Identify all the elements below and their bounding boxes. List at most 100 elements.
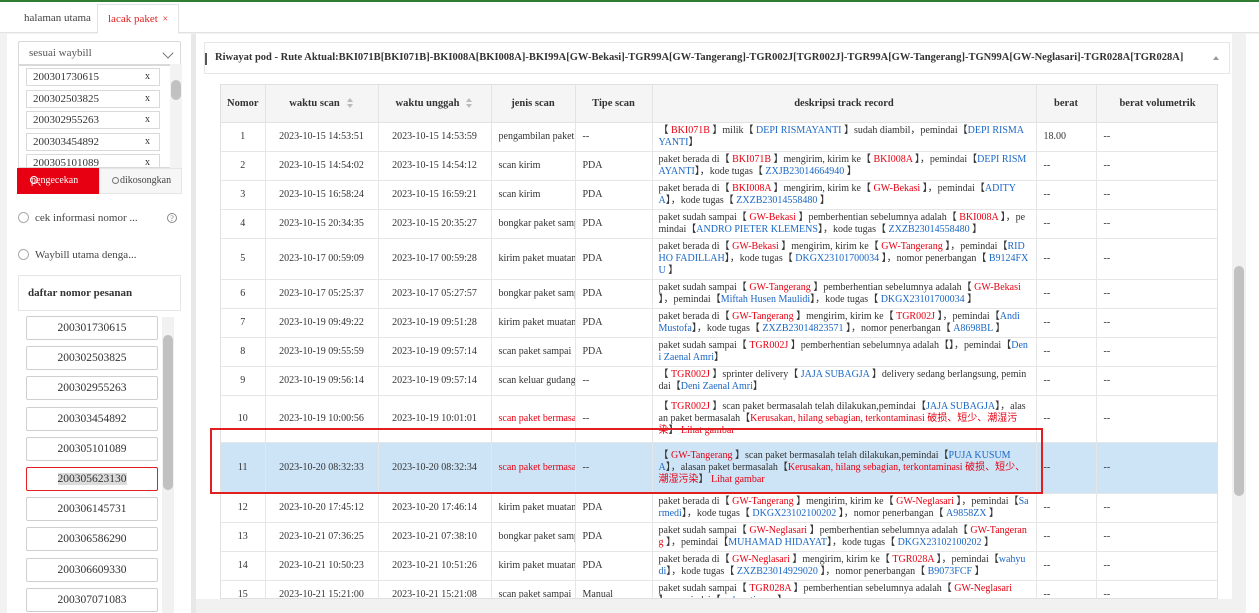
table-row[interactable]: 11 2023-10-20 08:32:33 2023-10-20 08:32:34… [221,442,1217,494]
desc-segment[interactable]: A8698BL [953,323,993,334]
order-list-item[interactable]: 200307071083 [26,587,158,612]
cell-berat: -- [1036,238,1097,280]
cell-tipe: PDA [575,180,653,210]
order-list-item[interactable]: 200302955263 [26,376,158,401]
waybill-chip[interactable]: 200301730615 x [26,68,160,86]
order-list-scrollbar[interactable] [162,317,174,613]
cell-vol: -- [1096,442,1217,494]
desc-segment: 】pemberhentian sebelumnya adalah【 [807,524,971,536]
desc-segment[interactable]: B9073FCF [928,566,972,577]
desc-segment[interactable]: DKGX23101700034 [881,294,965,305]
desc-segment[interactable]: ZXZB23014558480 [889,224,970,235]
scroll-thumb[interactable] [163,335,173,490]
remove-icon[interactable]: x [145,134,150,150]
desc-segment[interactable]: DKGX23101700034 [795,253,879,264]
view-image-link[interactable]: Lihat gambar [711,474,765,485]
remove-icon[interactable]: x [145,91,150,107]
desc-segment[interactable]: A9858ZX [946,508,987,519]
waybill-chip[interactable]: 200302955263 x [26,111,160,129]
table-scrollbar[interactable] [1232,34,1246,613]
table-row[interactable]: 1 2023-10-15 14:53:51 2023-10-15 14:53:59 p… [221,122,1217,152]
tab-lacak-paket[interactable]: lacak paket × [97,4,180,34]
order-list-item[interactable]: 200303454892 [26,406,158,431]
desc-segment: paket sudah sampai【 [658,339,750,351]
route-header[interactable]: Riwayat pod - Rute Aktual:BKI071B[BKI071… [204,42,1230,74]
desc-segment[interactable]: DKGX23102100202 [752,508,836,519]
table-row[interactable]: 4 2023-10-15 20:34:35 2023-10-15 20:35:27 b… [221,209,1217,239]
desc-segment[interactable]: JAJA SUBAGJA [926,401,995,412]
remove-icon[interactable]: x [145,112,150,128]
check-button[interactable]: pengecekan [17,168,99,194]
scroll-thumb[interactable] [1234,266,1244,496]
desc-segment[interactable]: ANDRO PIETER KLEMENS [696,224,818,235]
cell-tipe: PDA [575,551,653,581]
desc-segment: paket berada di【 [658,240,733,252]
table-row[interactable]: 3 2023-10-15 16:58:24 2023-10-15 16:59:21 s… [221,180,1217,210]
desc-segment: 】scan paket bermasalah telah dilakukan,p… [709,400,926,412]
cell-scan: 2023-10-21 10:50:23 [265,551,379,581]
table-row[interactable]: 14 2023-10-21 10:50:23 2023-10-21 10:51:26… [221,551,1217,581]
desc-segment[interactable]: JAJA SUBAGJA [801,369,870,380]
view-image-link[interactable]: Lihat gambar [681,425,735,436]
clear-button[interactable]: dikosongkan [99,168,182,194]
desc-segment[interactable]: ZXZB23014929020 [737,566,818,577]
table-row[interactable]: 12 2023-10-20 17:45:12 2023-10-20 17:46:14… [221,493,1217,523]
table-row[interactable]: 6 2023-10-17 05:25:37 2023-10-17 05:27:57 b… [221,279,1217,309]
waybill-chip[interactable]: 200302503825 x [26,89,160,108]
collapse-icon[interactable] [1213,56,1219,60]
search-mode-select[interactable]: sesuai waybill [18,41,181,66]
table-row[interactable]: 10 2023-10-19 10:00:56 2023-10-19 10:01:01… [221,395,1217,443]
table-row[interactable]: 7 2023-10-19 09:49:22 2023-10-19 09:51:28 k… [221,308,1217,338]
order-list-item[interactable]: 200305623130 [26,467,158,491]
order-list-item[interactable]: 200301730615 [26,316,158,340]
table-row[interactable]: 15 2023-10-21 15:21:00 2023-10-21 15:21:08… [221,580,1217,598]
horizontal-scrollbar[interactable] [196,599,1232,613]
sort-icon[interactable] [465,98,473,109]
order-list-item[interactable]: 200306609330 [26,557,158,582]
desc-segment[interactable]: DEPI RISMAYANTI [756,125,841,136]
desc-segment[interactable]: Deni Zaenal Amri [681,381,753,392]
waybill-input-box[interactable]: 200301730615 x 200302503825 x 200302955263 x 2… [18,64,172,168]
radio-icon[interactable] [18,212,29,223]
desc-segment: TGR002J [749,339,789,351]
waybill-scrollbar[interactable] [170,64,182,168]
tab-halaman-utama[interactable]: halaman utama [14,4,101,34]
cell-type: kirim paket muatan [491,238,576,280]
chip-label: 200305101089 [33,157,99,168]
desc-segment[interactable]: ZXZB23014823571 [762,323,843,334]
cell-type: kirim paket muatan [491,551,576,581]
close-icon[interactable]: × [163,14,169,25]
remove-icon[interactable]: x [145,69,150,85]
order-list-item[interactable]: 200306145731 [26,497,158,522]
col-waktu-unggah[interactable]: waktu unggah [378,85,492,123]
waybill-chip[interactable]: 200305101089 x [26,154,160,168]
cell-upload: 2023-10-21 15:21:08 [378,580,492,598]
order-list-item[interactable]: 200306586290 [26,527,158,552]
table-row[interactable]: 2 2023-10-15 14:54:02 2023-10-15 14:54:12 s… [221,151,1217,181]
order-list-item[interactable]: 200302503825 [26,346,158,371]
radio-icon[interactable] [18,249,29,260]
desc-segment: 】pemberhentian sebelumnya adalah【 [790,582,955,594]
sort-icon[interactable] [346,98,354,109]
remove-icon[interactable]: x [145,155,150,167]
cell-no: 10 [221,395,266,443]
col-waktu-scan[interactable]: waktu scan [265,85,379,123]
col-label: waktu scan [289,97,340,109]
order-list-item[interactable]: 200305101089 [26,436,158,461]
desc-segment[interactable]: MUHAMAD HIDAYAT [728,537,827,548]
scroll-thumb[interactable] [171,80,181,100]
desc-segment[interactable]: ZXZB23014558480 [736,195,817,206]
table-row[interactable]: 8 2023-10-19 09:55:59 2023-10-19 09:57:14 s… [221,337,1217,367]
cell-scan: 2023-10-19 09:49:22 [265,308,379,338]
table-row[interactable]: 5 2023-10-17 00:59:09 2023-10-17 00:59:28 k… [221,238,1217,280]
desc-segment[interactable]: ZXJB23014664940 [765,166,844,177]
cell-berat: -- [1036,279,1097,309]
desc-segment[interactable]: Miftah Husen Maulidi [721,294,810,305]
desc-segment[interactable]: DKGX23102100202 [898,537,982,548]
cell-no: 9 [221,366,266,396]
table-row[interactable]: 9 2023-10-19 09:56:14 2023-10-19 09:57:14 s… [221,366,1217,396]
cell-vol: -- [1096,522,1217,552]
help-icon[interactable]: ? [167,213,177,223]
table-row[interactable]: 13 2023-10-21 07:36:25 2023-10-21 07:38:10… [221,522,1217,552]
waybill-chip[interactable]: 200303454892 x [26,132,160,151]
